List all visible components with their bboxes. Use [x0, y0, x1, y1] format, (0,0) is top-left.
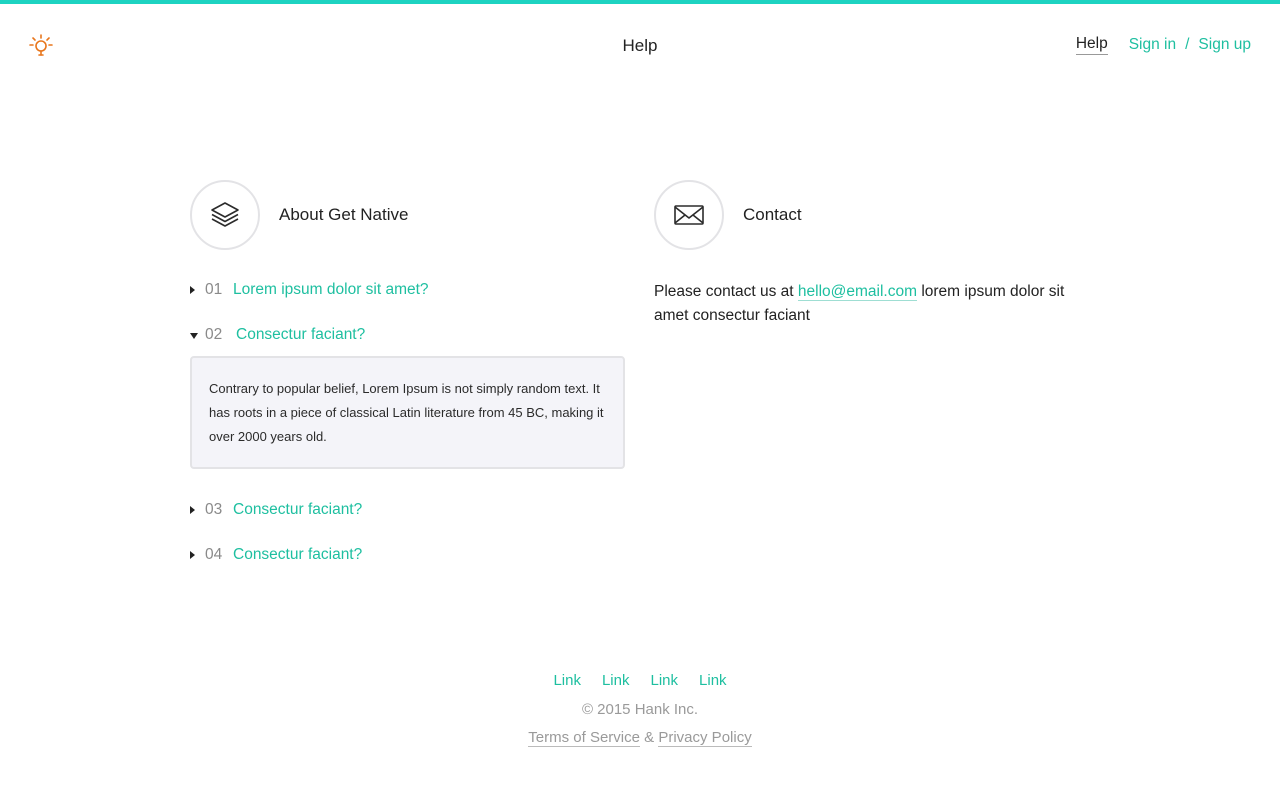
faq-item-02[interactable]: 02 Consectur faciant?: [190, 325, 625, 345]
legal-links: Terms of Service & Privacy Policy: [0, 729, 1280, 747]
contact-text: Please contact us at hello@email.com lor…: [654, 280, 1084, 328]
faq-question: Lorem ipsum dolor sit amet?: [233, 281, 429, 298]
faq-number: 01: [205, 281, 223, 298]
nav-separator: /: [1185, 36, 1190, 53]
caret-down-icon: [190, 326, 200, 344]
sign-up-link[interactable]: Sign up: [1198, 36, 1251, 54]
sign-in-link[interactable]: Sign in: [1129, 36, 1176, 54]
help-link[interactable]: Help: [1075, 35, 1108, 55]
about-title: About Get Native: [279, 205, 409, 224]
header: Help Help Sign in / Sign up: [0, 4, 1280, 84]
footer-link[interactable]: Link: [602, 672, 630, 689]
about-header: About Get Native: [190, 180, 625, 250]
faq-number: 03: [205, 501, 223, 518]
privacy-link[interactable]: Privacy Policy: [658, 729, 752, 747]
contact-title: Contact: [743, 205, 802, 224]
faq-answer: Contrary to popular belief, Lorem Ipsum …: [190, 356, 625, 469]
about-section: About Get Native 01 Lorem ipsum dolor si…: [190, 180, 625, 590]
envelope-icon: [654, 180, 724, 250]
caret-right-icon: [190, 281, 200, 299]
contact-text-before: Please contact us at: [654, 283, 798, 300]
contact-section: Contact Please contact us at hello@email…: [654, 180, 1084, 328]
email-link[interactable]: hello@email.com: [797, 283, 918, 301]
footer-link[interactable]: Link: [699, 672, 727, 689]
footer-link[interactable]: Link: [651, 672, 679, 689]
caret-right-icon: [190, 501, 200, 519]
contact-header: Contact: [654, 180, 1084, 250]
footer-link[interactable]: Link: [553, 672, 581, 689]
header-nav: Help Sign in / Sign up: [1075, 35, 1251, 55]
faq-item-03[interactable]: 03 Consectur faciant?: [190, 500, 625, 520]
faq-question: Consectur faciant?: [233, 546, 363, 563]
layers-icon: [190, 180, 260, 250]
faq-question: Consectur faciant?: [233, 501, 363, 518]
faq-item-01[interactable]: 01 Lorem ipsum dolor sit amet?: [190, 280, 625, 300]
faq-number: 02: [205, 326, 223, 343]
terms-link[interactable]: Terms of Service: [528, 729, 640, 747]
legal-amp: &: [644, 729, 655, 746]
caret-right-icon: [190, 546, 200, 564]
faq-item-04[interactable]: 04 Consectur faciant?: [190, 545, 625, 565]
faq-question: Consectur faciant?: [236, 326, 366, 343]
faq-list: 01 Lorem ipsum dolor sit amet? 02 Consec…: [190, 280, 625, 565]
faq-number: 04: [205, 546, 223, 563]
footer-links: Link Link Link Link: [0, 672, 1280, 689]
footer: Link Link Link Link © 2015 Hank Inc. Ter…: [0, 672, 1280, 747]
copyright: © 2015 Hank Inc.: [581, 701, 699, 718]
